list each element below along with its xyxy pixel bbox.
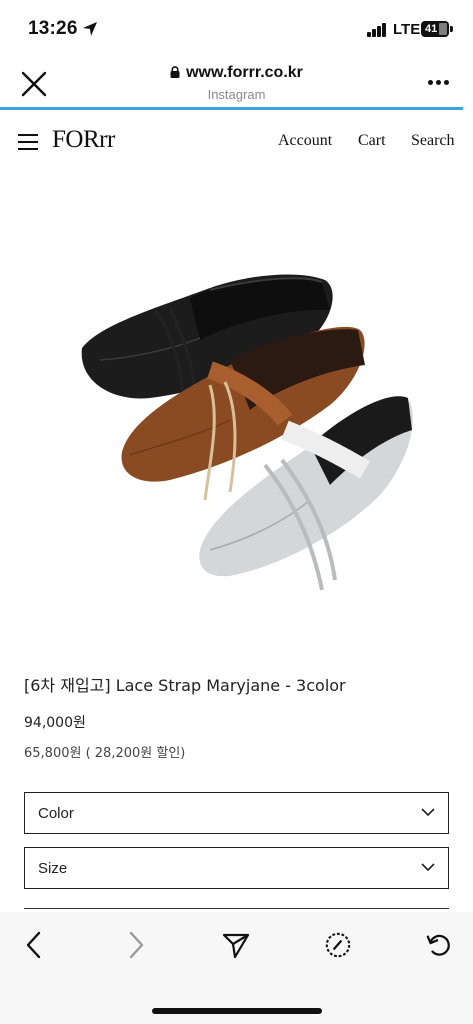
nav-cart[interactable]: Cart: [358, 132, 386, 150]
back-icon[interactable]: [20, 930, 48, 960]
lock-icon: [170, 66, 180, 78]
signal-icon: [367, 23, 387, 37]
url-text: www.forrr.co.kr: [186, 64, 303, 81]
status-time: 13:26: [28, 18, 78, 39]
home-indicator: [152, 1008, 322, 1014]
battery-level: 41: [425, 23, 438, 35]
url-bar[interactable]: www.forrr.co.kr: [0, 64, 473, 82]
product-price: 94,000원: [24, 715, 86, 731]
forward-icon[interactable]: [122, 930, 150, 960]
menu-icon[interactable]: [18, 134, 38, 150]
more-options-icon[interactable]: [428, 80, 450, 86]
network-type: LTE: [393, 21, 421, 38]
compass-icon[interactable]: [324, 930, 352, 960]
size-select[interactable]: Size: [24, 847, 449, 889]
nav-account[interactable]: Account: [278, 132, 332, 150]
site-logo[interactable]: FORrr: [52, 126, 115, 154]
product-sale-price: 65,800원 ( 28,200원 할인): [24, 746, 186, 761]
url-source: Instagram: [207, 87, 266, 102]
battery-icon: 41: [421, 21, 453, 37]
size-select-label: Size: [38, 860, 68, 877]
product-title: [6차 재입고] Lace Strap Maryjane - 3color: [24, 676, 346, 695]
chevron-down-icon: [421, 863, 435, 872]
reload-icon[interactable]: [425, 930, 453, 960]
section-divider: [24, 908, 449, 909]
status-bar: 13:26 LTE 41: [0, 0, 473, 56]
chevron-down-icon: [421, 808, 435, 817]
color-select[interactable]: Color: [24, 792, 449, 834]
nav-search[interactable]: Search: [411, 132, 455, 150]
color-select-label: Color: [38, 805, 74, 822]
location-arrow-icon: [83, 22, 97, 36]
product-image: [81, 274, 413, 591]
share-icon[interactable]: [222, 930, 250, 960]
